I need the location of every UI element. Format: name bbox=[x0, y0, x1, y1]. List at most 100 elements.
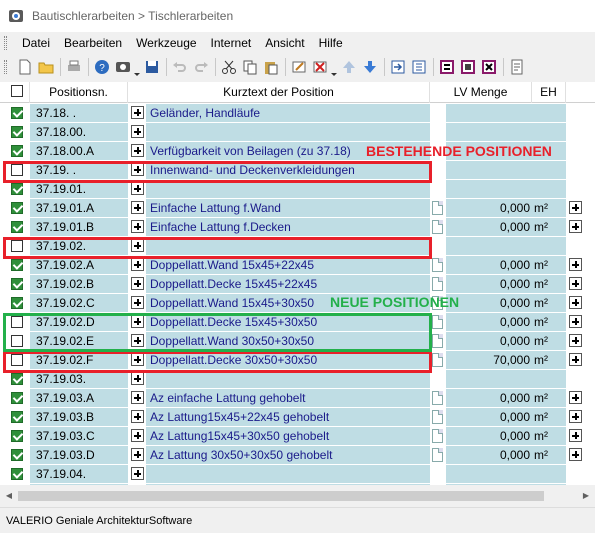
table-row[interactable]: 37.18.00. bbox=[0, 123, 595, 142]
cut-icon[interactable] bbox=[219, 57, 239, 77]
table-row[interactable]: 37.19.04. bbox=[0, 465, 595, 484]
save-icon[interactable] bbox=[142, 57, 162, 77]
plus-icon[interactable] bbox=[131, 372, 144, 385]
close-box-icon[interactable] bbox=[479, 57, 499, 77]
lv-menge[interactable]: 0,000 bbox=[446, 446, 532, 464]
document-list-icon[interactable] bbox=[409, 57, 429, 77]
paste-icon[interactable] bbox=[261, 57, 281, 77]
add-plus-icon[interactable] bbox=[569, 334, 582, 347]
document-icon[interactable] bbox=[432, 201, 443, 215]
table-row[interactable]: 37.18. . Geländer, Handläufe bbox=[0, 104, 595, 123]
plus-icon[interactable] bbox=[131, 201, 144, 214]
row-checkbox[interactable] bbox=[11, 468, 23, 480]
row-checkbox[interactable] bbox=[11, 259, 23, 271]
plus-icon[interactable] bbox=[131, 182, 144, 195]
row-checkbox[interactable] bbox=[11, 145, 23, 157]
lv-menge[interactable]: 0,000 bbox=[446, 275, 532, 293]
add-plus-icon[interactable] bbox=[569, 277, 582, 290]
select-all-checkbox[interactable] bbox=[11, 85, 23, 97]
plus-icon[interactable] bbox=[131, 410, 144, 423]
table-row[interactable] bbox=[0, 484, 595, 485]
document-icon[interactable] bbox=[432, 277, 443, 291]
lv-menge[interactable]: 0,000 bbox=[446, 218, 532, 236]
add-plus-icon[interactable] bbox=[569, 296, 582, 309]
row-checkbox[interactable] bbox=[11, 183, 23, 195]
select-all-icon[interactable] bbox=[437, 57, 457, 77]
redo-icon[interactable] bbox=[191, 57, 211, 77]
menu-werkzeuge[interactable]: Werkzeuge bbox=[129, 36, 203, 50]
arrow-down-icon[interactable] bbox=[360, 57, 380, 77]
plus-icon[interactable] bbox=[131, 258, 144, 271]
edit-icon[interactable] bbox=[289, 57, 309, 77]
chevron-down-icon[interactable] bbox=[134, 57, 140, 77]
header-select-all[interactable] bbox=[0, 82, 30, 103]
document-icon[interactable] bbox=[432, 391, 443, 405]
plus-icon[interactable] bbox=[131, 220, 144, 233]
row-checkbox[interactable] bbox=[11, 107, 23, 119]
camera-icon[interactable] bbox=[113, 57, 133, 77]
scroll-left-icon[interactable]: ◀ bbox=[3, 491, 15, 501]
lv-menge[interactable]: 0,000 bbox=[446, 389, 532, 407]
print-icon[interactable] bbox=[64, 57, 84, 77]
row-checkbox[interactable] bbox=[11, 202, 23, 214]
table-row[interactable]: 37.19.01.B Einfache Lattung f.Decken 0,000… bbox=[0, 218, 595, 237]
table-row[interactable]: 37.19.02.C Doppellatt.Wand 15x45+30x50 0,0… bbox=[0, 294, 595, 313]
lv-menge[interactable] bbox=[446, 104, 532, 122]
lv-menge[interactable]: 0,000 bbox=[446, 332, 532, 350]
row-checkbox[interactable] bbox=[11, 430, 23, 442]
plus-icon[interactable] bbox=[131, 467, 144, 480]
table-row[interactable]: 37.19.03.A Az einfache Lattung gehobelt 0,… bbox=[0, 389, 595, 408]
menu-datei[interactable]: Datei bbox=[15, 36, 57, 50]
delete-icon[interactable] bbox=[310, 57, 330, 77]
lv-menge[interactable]: 0,000 bbox=[446, 427, 532, 445]
scroll-right-icon[interactable]: ▶ bbox=[580, 491, 592, 501]
document-icon[interactable] bbox=[432, 410, 443, 424]
plus-icon[interactable] bbox=[131, 391, 144, 404]
table-row[interactable]: 37.19.03.D Az Lattung 30x50+30x50 gehobel… bbox=[0, 446, 595, 465]
table-row[interactable]: 37.19.03.C Az Lattung15x45+30x50 gehobelt… bbox=[0, 427, 595, 446]
copy-icon[interactable] bbox=[240, 57, 260, 77]
horizontal-scrollbar[interactable]: ◀ ▶ bbox=[0, 488, 595, 504]
list-icon[interactable] bbox=[458, 57, 478, 77]
chevron-down-icon[interactable] bbox=[331, 57, 337, 77]
document-icon[interactable] bbox=[432, 315, 443, 329]
document-icon[interactable] bbox=[432, 429, 443, 443]
lv-menge[interactable]: 0,000 bbox=[446, 408, 532, 426]
row-checkbox[interactable] bbox=[11, 392, 23, 404]
header-eh[interactable]: EH bbox=[532, 82, 566, 103]
lv-menge[interactable]: 70,000 bbox=[446, 351, 532, 369]
help-icon[interactable]: ? bbox=[92, 57, 112, 77]
import-icon[interactable] bbox=[388, 57, 408, 77]
row-checkbox[interactable] bbox=[11, 449, 23, 461]
arrow-up-icon[interactable] bbox=[339, 57, 359, 77]
add-plus-icon[interactable] bbox=[569, 391, 582, 404]
lv-menge[interactable]: 0,000 bbox=[446, 256, 532, 274]
header-positionsn[interactable]: Positionsn. bbox=[30, 82, 128, 103]
plus-icon[interactable] bbox=[131, 277, 144, 290]
row-checkbox[interactable] bbox=[11, 126, 23, 138]
add-plus-icon[interactable] bbox=[569, 201, 582, 214]
lv-menge[interactable] bbox=[446, 161, 532, 179]
document-icon[interactable] bbox=[432, 448, 443, 462]
plus-icon[interactable] bbox=[131, 429, 144, 442]
lv-menge[interactable] bbox=[446, 123, 532, 141]
add-plus-icon[interactable] bbox=[569, 258, 582, 271]
row-checkbox[interactable] bbox=[11, 411, 23, 423]
menu-grip[interactable] bbox=[4, 36, 7, 50]
notes-icon[interactable] bbox=[507, 57, 527, 77]
table-row[interactable]: 37.19.03.B Az Lattung15x45+22x45 gehobelt… bbox=[0, 408, 595, 427]
toolbar-grip[interactable] bbox=[4, 60, 7, 74]
open-folder-icon[interactable] bbox=[36, 57, 56, 77]
header-kurztext[interactable]: Kurztext der Position bbox=[128, 82, 430, 103]
plus-icon[interactable] bbox=[131, 106, 144, 119]
lv-menge[interactable]: 0,000 bbox=[446, 199, 532, 217]
document-icon[interactable] bbox=[432, 258, 443, 272]
add-plus-icon[interactable] bbox=[569, 410, 582, 423]
menu-bearbeiten[interactable]: Bearbeiten bbox=[57, 36, 129, 50]
table-row[interactable]: 37.19.02.B Doppellatt.Decke 15x45+22x45 0,… bbox=[0, 275, 595, 294]
add-plus-icon[interactable] bbox=[569, 220, 582, 233]
row-checkbox[interactable] bbox=[11, 221, 23, 233]
add-plus-icon[interactable] bbox=[569, 429, 582, 442]
document-icon[interactable] bbox=[432, 220, 443, 234]
document-icon[interactable] bbox=[432, 353, 443, 367]
